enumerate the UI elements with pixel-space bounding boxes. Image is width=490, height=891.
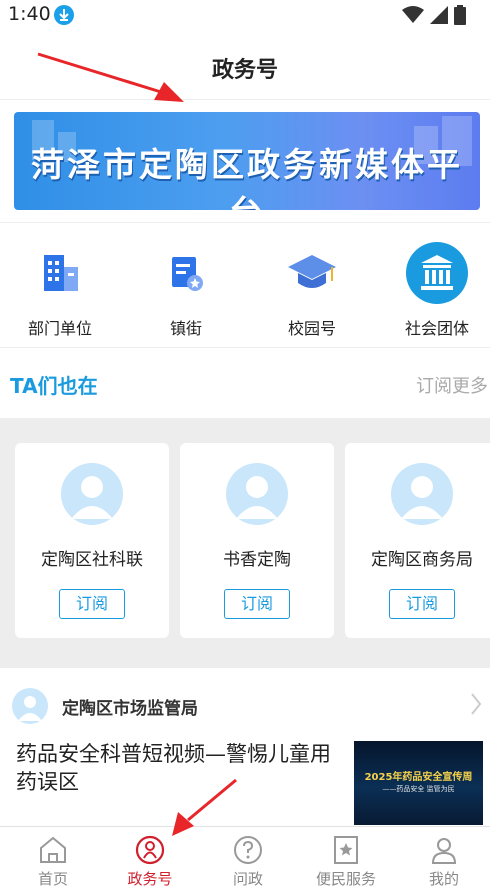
category-label: 校园号 [287, 319, 336, 338]
category-row: 部门单位 镇街 校园号 社会团体 [0, 222, 490, 348]
category-towns[interactable]: 镇街 [131, 241, 241, 339]
category-departments[interactable]: 部门单位 [5, 241, 115, 339]
nav-label: 问政 [232, 870, 263, 888]
subscribe-more-link[interactable]: 订阅更多 [416, 372, 488, 398]
category-label: 部门单位 [27, 319, 92, 338]
account-card[interactable]: 书香定陶 订阅 [180, 443, 334, 638]
news-thumbnail[interactable]: 2025年药品安全宣传周 ——药品安全 监管为民 [354, 741, 483, 825]
document-badge-icon [154, 241, 218, 305]
account-name: 定陶区商务局 [371, 550, 473, 570]
nav-label: 首页 [37, 870, 68, 888]
building-icon [28, 241, 92, 305]
nav-label: 便民服务 [315, 870, 376, 888]
home-icon [38, 835, 68, 865]
subscribe-button[interactable]: 订阅 [59, 589, 125, 619]
nav-services[interactable]: 便民服务 [297, 827, 395, 891]
subscribe-button[interactable]: 订阅 [224, 589, 290, 619]
category-label: 社会团体 [404, 319, 469, 338]
nav-label: 我的 [428, 870, 459, 888]
bottom-nav: 首页 政务号 问政 便民服务 我的 [0, 826, 490, 891]
nav-home[interactable]: 首页 [4, 827, 102, 891]
wifi-icon [402, 6, 424, 23]
avatar [226, 463, 288, 525]
bookmark-star-icon [331, 835, 361, 865]
nav-label: 政务号 [127, 870, 173, 888]
download-icon [54, 5, 74, 25]
category-campus[interactable]: 校园号 [257, 241, 367, 339]
source-avatar [12, 688, 48, 724]
section-title: TA们也在 [10, 374, 98, 398]
news-source-row[interactable]: 定陶区市场监管局 [0, 678, 490, 734]
banner[interactable]: 菏泽市定陶区政务新媒体平台 [14, 112, 480, 210]
user-icon [429, 835, 459, 865]
source-name: 定陶区市场监管局 [62, 699, 198, 719]
chevron-right-icon [471, 693, 482, 715]
category-organizations[interactable]: 社会团体 [382, 241, 490, 339]
institution-icon [405, 241, 469, 305]
annotation-arrow [37, 52, 184, 102]
avatar [391, 463, 453, 525]
category-label: 镇街 [169, 319, 202, 338]
battery-icon [454, 5, 466, 25]
status-time: 1:40 [8, 3, 51, 25]
signal-icon [430, 6, 448, 24]
subscribe-button[interactable]: 订阅 [389, 589, 455, 619]
gov-account-icon [135, 835, 165, 865]
thumbnail-caption: 2025年药品安全宣传周 [364, 772, 473, 783]
avatar [61, 463, 123, 525]
account-card[interactable]: 定陶区社科联 订阅 [15, 443, 169, 638]
status-bar: 1:40 [0, 0, 490, 30]
annotation-arrow [172, 778, 237, 836]
account-name: 书香定陶 [223, 550, 291, 570]
graduation-cap-icon [280, 241, 344, 305]
thumbnail-subcaption: ——药品安全 监管为民 [382, 785, 455, 793]
banner-text: 菏泽市定陶区政务新媒体平台 [31, 145, 463, 210]
ta-section-header: TA们也在 订阅更多 [0, 350, 490, 418]
account-name: 定陶区社科联 [41, 550, 143, 570]
nav-mine[interactable]: 我的 [395, 827, 490, 891]
account-card[interactable]: 定陶区商务局 订阅 [345, 443, 490, 638]
